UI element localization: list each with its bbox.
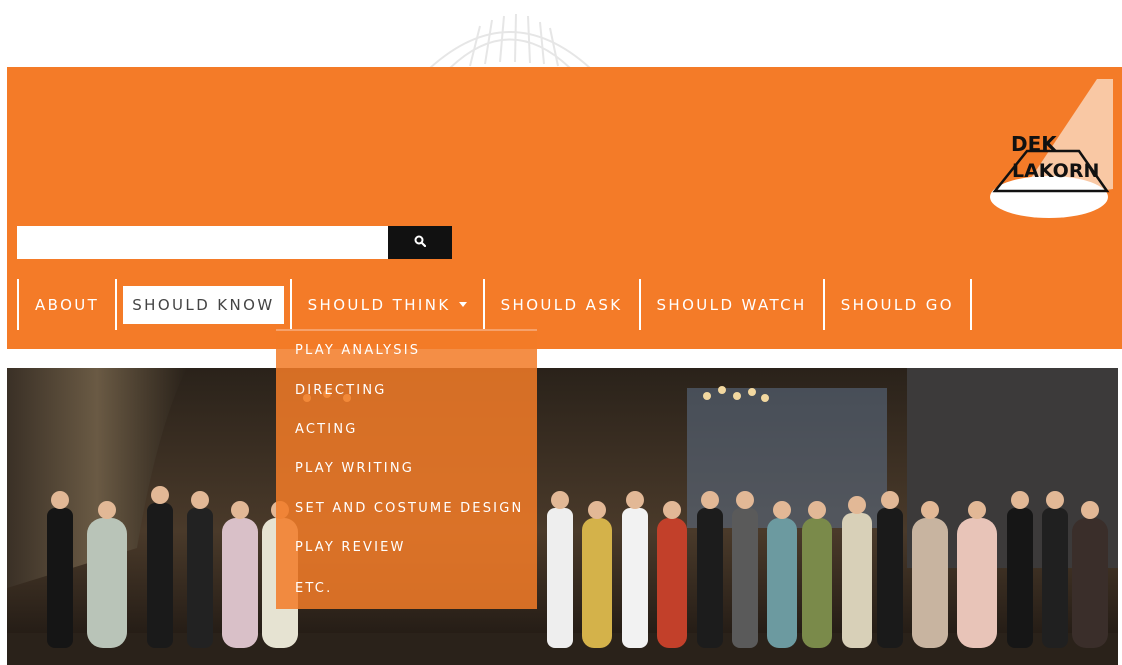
logo-text-line1: DEK [1011, 132, 1058, 156]
dropdown-item-acting[interactable]: ACTING [276, 410, 537, 449]
dropdown-item-set-and-costume-design[interactable]: SET AND COSTUME DESIGN [276, 489, 537, 528]
nav-should-go[interactable]: SHOULD GO [825, 279, 973, 330]
nav-should-watch[interactable]: SHOULD WATCH [641, 279, 825, 330]
nav-should-watch-label: SHOULD WATCH [656, 295, 807, 314]
dropdown-item-play-review[interactable]: PLAY REVIEW [276, 528, 537, 567]
search-icon [414, 235, 427, 250]
logo-text-line2: LAKORN [1012, 160, 1099, 182]
nav-should-go-label: SHOULD GO [840, 295, 955, 314]
should-think-dropdown-menu: PLAY ANALYSIS DIRECTING ACTING PLAY WRIT… [276, 329, 537, 610]
main-nav: ABOUT SHOULD KNOW SHOULD THINK SHOULD AS… [17, 279, 973, 330]
nav-should-know-label: SHOULD KNOW [123, 285, 284, 324]
search-bar [17, 226, 452, 259]
crest-watermark [410, 6, 610, 68]
dropdown-item-play-writing[interactable]: PLAY WRITING [276, 449, 537, 488]
site-header: DEK LAKORN ABOUT SHOULD KNOW SHOULD THIN… [7, 67, 1122, 349]
dropdown-item-etc[interactable]: ETC. [276, 567, 537, 609]
dropdown-item-play-analysis[interactable]: PLAY ANALYSIS [276, 331, 537, 370]
nav-about-label: ABOUT [35, 295, 100, 314]
nav-should-think[interactable]: SHOULD THINK [292, 279, 485, 330]
chevron-down-icon [458, 302, 467, 307]
dropdown-item-directing[interactable]: DIRECTING [276, 370, 537, 409]
nav-should-ask-label: SHOULD ASK [500, 295, 623, 314]
site-logo[interactable]: DEK LAKORN [987, 79, 1113, 219]
nav-should-ask[interactable]: SHOULD ASK [485, 279, 641, 330]
nav-should-know[interactable]: SHOULD KNOW [117, 279, 292, 330]
search-input[interactable] [17, 226, 388, 259]
nav-about[interactable]: ABOUT [19, 279, 118, 330]
search-button[interactable] [388, 226, 452, 259]
nav-should-think-label: SHOULD THINK [307, 295, 451, 314]
hero-banner-image [7, 368, 1118, 665]
